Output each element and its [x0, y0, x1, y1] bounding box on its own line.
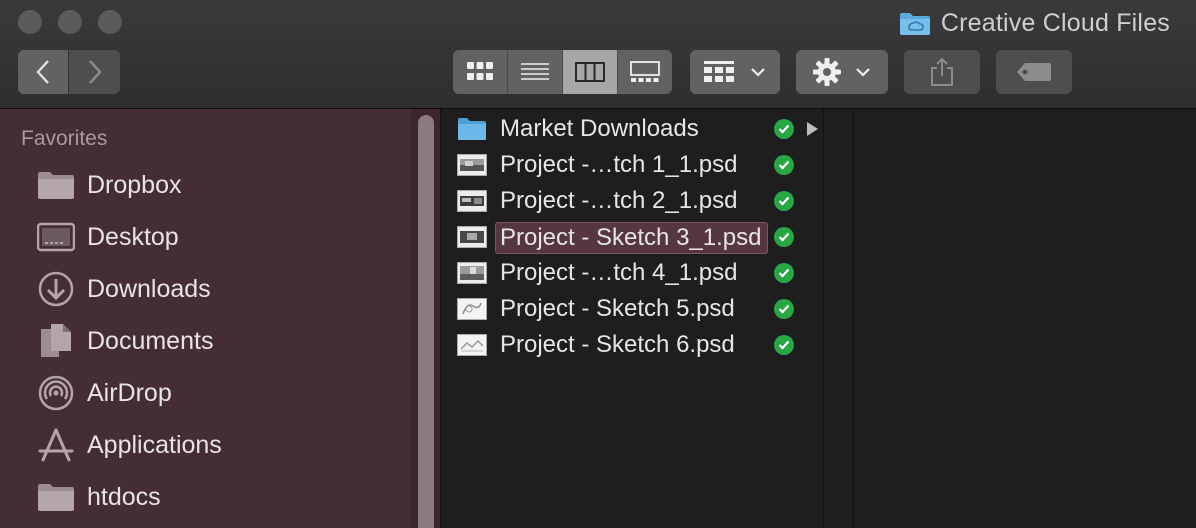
gear-icon [813, 58, 841, 86]
group-by-button[interactable] [690, 50, 780, 94]
column-view-button[interactable] [563, 50, 618, 94]
list-item[interactable]: Project -…tch 4_1.psd [441, 255, 823, 291]
sidebar-item-label: AirDrop [87, 378, 172, 407]
folder-icon [36, 165, 76, 205]
minimize-window-button[interactable] [58, 10, 82, 34]
folder-icon [457, 116, 487, 142]
disclosure-arrow-icon[interactable] [807, 122, 818, 136]
synced-check-icon [774, 299, 794, 319]
sidebar-item-label: Documents [87, 326, 214, 355]
list-item[interactable]: Project -…tch 2_1.psd [441, 183, 823, 219]
file-name: Project - Sketch 5.psd [500, 295, 735, 322]
chevron-right-icon [88, 60, 102, 84]
grid-icon [467, 62, 493, 80]
tags-button[interactable] [996, 50, 1072, 94]
sidebar-item-desktop[interactable]: Desktop [0, 211, 410, 263]
back-button[interactable] [18, 50, 68, 94]
psd-thumbnail-icon [457, 224, 487, 250]
chevron-down-icon [751, 68, 765, 77]
applications-icon [36, 425, 76, 465]
icon-view-button[interactable] [453, 50, 508, 94]
psd-thumbnail-icon [457, 296, 487, 322]
empty-column [824, 109, 854, 528]
list-item[interactable]: Project - Sketch 5.psd [441, 291, 823, 327]
psd-thumbnail-icon [457, 260, 487, 286]
sidebar-item-downloads[interactable]: Downloads [0, 263, 410, 315]
view-mode-control [453, 50, 672, 94]
share-button[interactable] [904, 50, 980, 94]
file-column: Market Downloads Project -…tch 1_1.psd P… [441, 109, 824, 528]
file-name: Project -…tch 2_1.psd [500, 187, 738, 214]
file-name: Project - Sketch 6.psd [500, 331, 735, 358]
preview-column [854, 109, 1196, 528]
sidebar-item-label: htdocs [87, 482, 161, 511]
zoom-window-button[interactable] [98, 10, 122, 34]
documents-icon [36, 321, 76, 361]
sidebar-item-label: Applications [87, 430, 222, 459]
synced-check-icon [774, 263, 794, 283]
forward-button[interactable] [69, 50, 120, 94]
file-name: Market Downloads [500, 115, 699, 142]
list-item[interactable]: Market Downloads [441, 111, 823, 147]
desktop-icon [36, 217, 76, 257]
file-name: Project -…tch 1_1.psd [500, 151, 738, 178]
share-icon [931, 57, 953, 86]
folder-icon [36, 477, 76, 517]
chevron-down-icon [856, 68, 870, 77]
sidebar-item-applications[interactable]: Applications [0, 419, 410, 471]
synced-check-icon [774, 335, 794, 355]
synced-check-icon [774, 119, 794, 139]
airdrop-icon [36, 373, 76, 413]
columns-icon [575, 62, 605, 82]
action-button[interactable] [796, 50, 888, 94]
synced-check-icon [774, 227, 794, 247]
list-item-selected[interactable]: Project - Sketch 3_1.psd [441, 219, 823, 255]
sidebar-item-airdrop[interactable]: AirDrop [0, 367, 410, 419]
gallery-icon [630, 61, 660, 82]
downloads-icon [36, 269, 76, 309]
sidebar-item-label: Desktop [87, 222, 179, 251]
chevron-left-icon [36, 60, 49, 84]
synced-check-icon [774, 155, 794, 175]
sidebar-item-dropbox[interactable]: Dropbox [0, 159, 410, 211]
group-grid-icon [704, 61, 734, 82]
tag-icon [1017, 63, 1051, 81]
sidebar: Favorites Dropbox Desktop Downloads Docu… [0, 109, 441, 528]
synced-check-icon [774, 191, 794, 211]
file-name-edit-field[interactable]: Project - Sketch 3_1.psd [495, 222, 769, 254]
psd-thumbnail-icon [457, 152, 487, 178]
sidebar-item-documents[interactable]: Documents [0, 315, 410, 367]
sidebar-scroll-thumb[interactable] [418, 115, 434, 528]
list-view-button[interactable] [508, 50, 563, 94]
psd-thumbnail-icon [457, 188, 487, 214]
window-title-text: Creative Cloud Files [940, 8, 1170, 37]
list-item[interactable]: Project - Sketch 6.psd [441, 327, 823, 363]
list-item[interactable]: Project -…tch 1_1.psd [441, 147, 823, 183]
creative-cloud-folder-icon [899, 10, 931, 36]
file-name: Project -…tch 4_1.psd [500, 259, 738, 286]
sidebar-item-label: Downloads [87, 274, 211, 303]
sidebar-heading: Favorites [21, 127, 108, 150]
sidebar-scrollbar[interactable] [411, 109, 440, 528]
gallery-view-button[interactable] [618, 50, 672, 94]
sidebar-item-htdocs[interactable]: htdocs [0, 471, 410, 523]
sidebar-item-label: Dropbox [87, 170, 182, 199]
window-title: Creative Cloud Files [899, 8, 1170, 38]
close-window-button[interactable] [18, 10, 42, 34]
psd-thumbnail-icon [457, 332, 487, 358]
list-icon [521, 63, 549, 80]
finder-window: Creative Cloud Files Favorites Dropbox D… [0, 0, 1196, 528]
toolbar: Creative Cloud Files [0, 0, 1196, 109]
